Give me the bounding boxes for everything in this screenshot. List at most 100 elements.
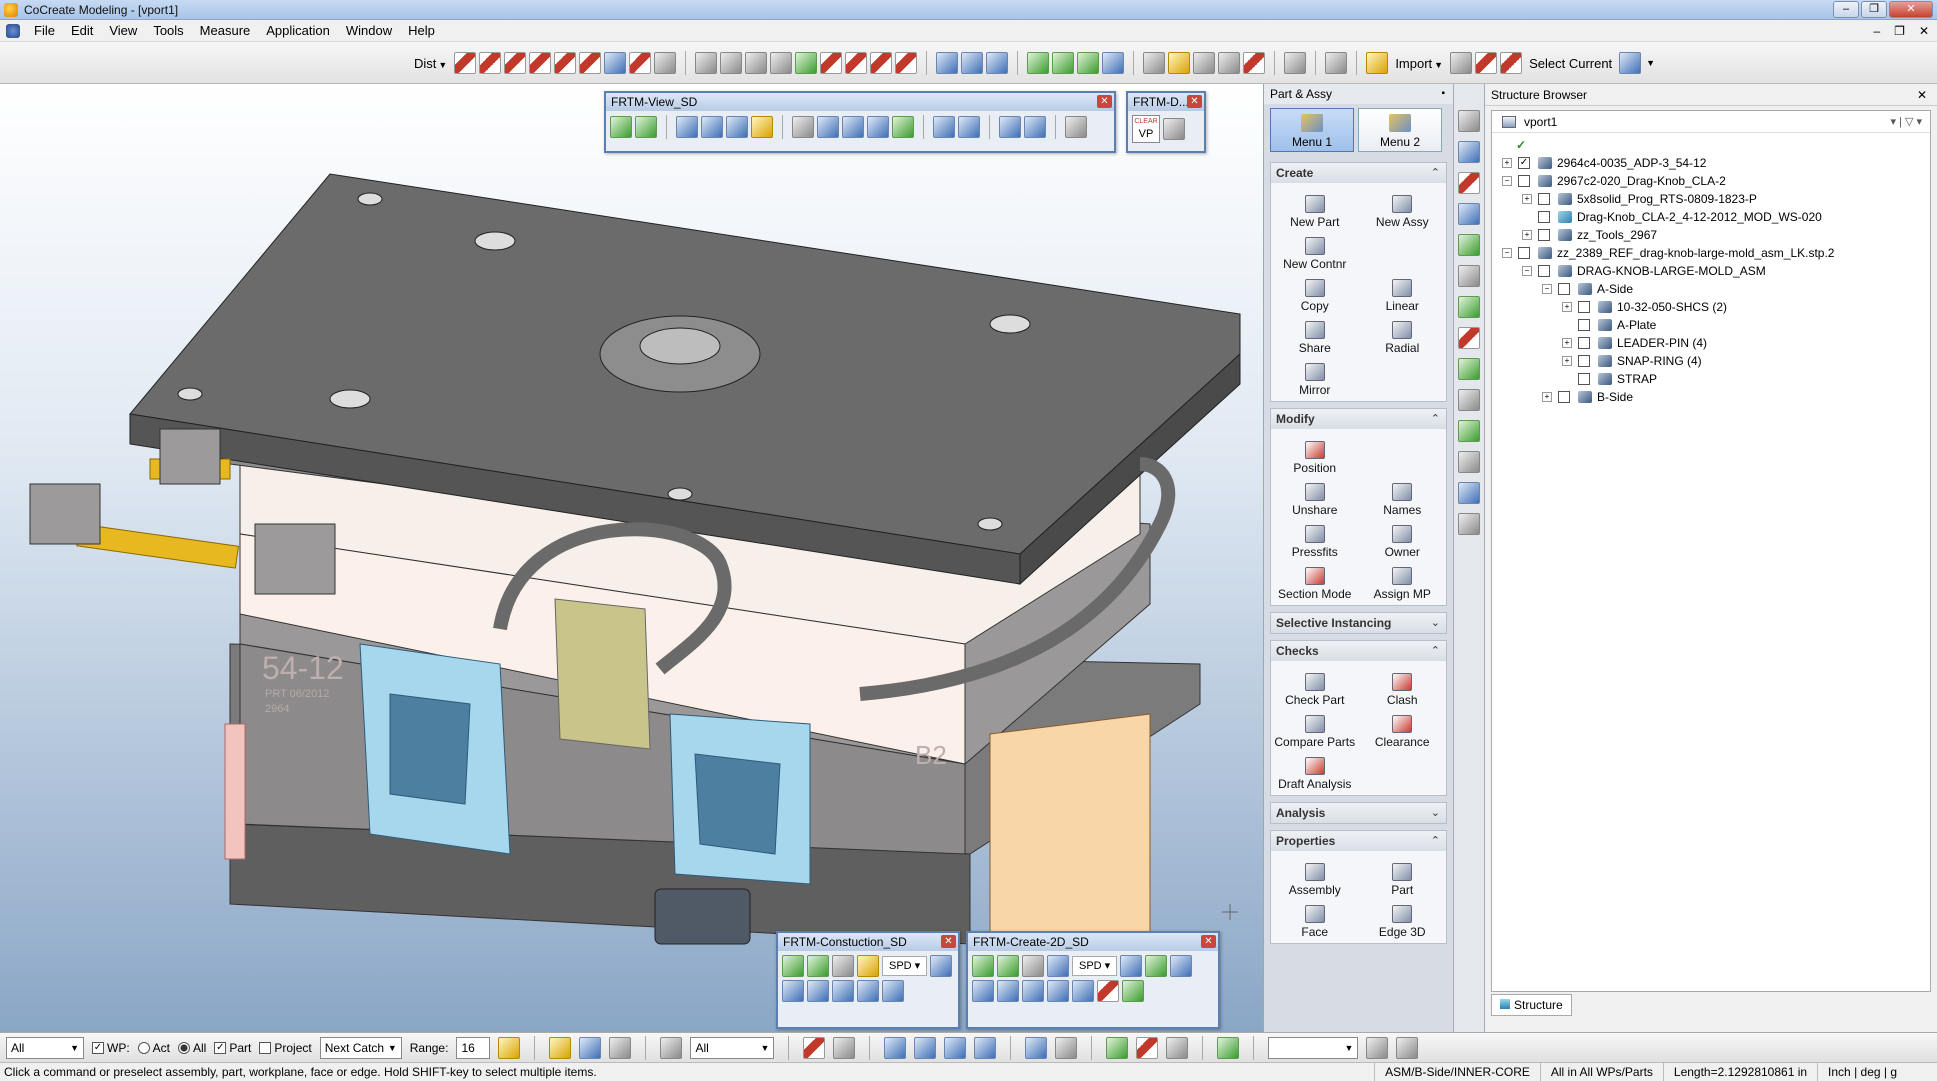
- construct-tangent-icon[interactable]: [857, 980, 879, 1002]
- minimize-button[interactable]: –: [1833, 1, 1859, 18]
- linear-button[interactable]: Linear: [1359, 271, 1447, 313]
- square-tool-icon[interactable]: [1458, 234, 1480, 256]
- frtm-construction-toolbar[interactable]: FRTM-Constuction_SD ✕ SPD ▾: [776, 931, 960, 1029]
- tree-row[interactable]: − zz_2389_REF_drag-knob-large-mold_asm_LK…: [1502, 244, 1834, 262]
- secondary-filter-dropdown[interactable]: All ▼: [690, 1036, 775, 1059]
- zoom-center-icon[interactable]: [726, 116, 748, 138]
- compare-parts-button[interactable]: Compare Parts: [1271, 707, 1359, 749]
- frtm-d-toolbar[interactable]: FRTM-D... ✕ CLEAR VP: [1126, 91, 1206, 153]
- enter-icon[interactable]: [1366, 1036, 1389, 1059]
- construct-vert-icon[interactable]: [782, 955, 804, 977]
- position-button[interactable]: Position: [1271, 433, 1359, 475]
- rotate-90-icon[interactable]: [999, 116, 1021, 138]
- wp-checkbox[interactable]: ✓ WP:: [92, 1041, 130, 1055]
- frtm-d-close-button[interactable]: ✕: [1187, 95, 1202, 108]
- radial-button[interactable]: Radial: [1359, 313, 1447, 355]
- select-rect-icon[interactable]: [1458, 482, 1480, 504]
- section-mode-button[interactable]: Section Mode: [1271, 559, 1359, 601]
- menu-view[interactable]: View: [101, 23, 145, 38]
- feat-4-icon[interactable]: [974, 1036, 997, 1059]
- tool-green-3-icon[interactable]: [1077, 52, 1100, 74]
- curve-tool-icon[interactable]: [1458, 172, 1480, 194]
- create-2d-fill-icon[interactable]: [1145, 955, 1168, 977]
- part-tool-3-icon[interactable]: [845, 52, 868, 74]
- mold-assembly-model[interactable]: 54-12 B2 PRT 06/2012 2964: [0, 84, 1263, 1032]
- view-zero-icon[interactable]: [610, 116, 632, 138]
- command-input-dropdown[interactable]: ▼: [1268, 1036, 1359, 1059]
- create-2d-spd-dropdown[interactable]: SPD ▾: [1072, 956, 1118, 976]
- view-top-icon[interactable]: [817, 116, 839, 138]
- tab-menu-2[interactable]: Menu 2: [1358, 108, 1442, 152]
- step-icon[interactable]: [1450, 52, 1473, 74]
- structure-browser-close-icon[interactable]: ✕: [1917, 84, 1927, 106]
- rect-tool-icon[interactable]: [1458, 451, 1480, 473]
- tool-green-2-icon[interactable]: [1052, 52, 1075, 74]
- mirror-button[interactable]: Mirror: [1271, 355, 1359, 397]
- mdi-restore-button[interactable]: ❐: [1894, 24, 1905, 38]
- view-axis-icon[interactable]: [635, 116, 657, 138]
- menu-help[interactable]: Help: [400, 23, 443, 38]
- share-button[interactable]: Share: [1271, 313, 1359, 355]
- construct-hline-icon[interactable]: [930, 955, 953, 977]
- new-contnr-button[interactable]: New Contnr: [1271, 229, 1359, 271]
- section-checks-header[interactable]: Checks ⌃: [1271, 641, 1446, 661]
- tree-row[interactable]: + SNAP-RING (4): [1562, 352, 1702, 370]
- part-red-icon[interactable]: [1458, 327, 1480, 349]
- selection-filter-dropdown[interactable]: All ▼: [6, 1036, 84, 1059]
- create-2d-arrow-icon[interactable]: [1120, 955, 1143, 977]
- select-current-label[interactable]: Select Current: [1525, 56, 1616, 71]
- spline-icon[interactable]: [1458, 358, 1480, 380]
- construct-point-icon[interactable]: [803, 1036, 826, 1059]
- align-1-icon[interactable]: [936, 52, 959, 74]
- tab-structure[interactable]: Structure: [1491, 994, 1572, 1016]
- assign-mp-button[interactable]: Assign MP: [1359, 559, 1447, 601]
- check-part-button[interactable]: Check Part: [1271, 665, 1359, 707]
- menu-tools[interactable]: Tools: [145, 23, 191, 38]
- circle-tool-icon[interactable]: [1458, 141, 1480, 163]
- tree-row[interactable]: +5x8solid_Prog_RTS-0809-1823-P: [1522, 190, 1757, 208]
- feat-3-icon[interactable]: [944, 1036, 967, 1059]
- frtm-create-2d-toolbar[interactable]: FRTM-Create-2D_SD ✕ SPD ▾: [966, 931, 1220, 1029]
- ap-icon[interactable]: [1166, 1036, 1189, 1059]
- frtm-create-2d-close-button[interactable]: ✕: [1201, 935, 1216, 948]
- view-tool-2-icon[interactable]: [745, 52, 768, 74]
- calculator-icon[interactable]: [604, 52, 627, 74]
- select-current-icon[interactable]: [1619, 52, 1642, 74]
- next-catch-dropdown[interactable]: Next Catch ▼: [319, 1036, 402, 1059]
- save-icon[interactable]: [1102, 52, 1125, 74]
- feat-1-icon[interactable]: [884, 1036, 907, 1059]
- section-modify-header[interactable]: Modify ⌃: [1271, 409, 1446, 429]
- tool-green-1-icon[interactable]: [1027, 52, 1050, 74]
- act-radio[interactable]: Act: [137, 1041, 170, 1055]
- create-2d-rect-icon[interactable]: [1170, 955, 1193, 977]
- tree-filter-icons[interactable]: ▾ | ▽ ▾: [1890, 115, 1922, 128]
- tree-row[interactable]: A-Plate: [1578, 316, 1656, 334]
- dist-dropdown[interactable]: Dist ▼: [410, 56, 451, 71]
- print-icon[interactable]: [695, 52, 718, 74]
- clearance-button[interactable]: Clearance: [1359, 707, 1447, 749]
- view-front-icon[interactable]: [792, 116, 814, 138]
- app-menu-icon[interactable]: [6, 23, 20, 38]
- confirm-icon[interactable]: [1106, 1036, 1129, 1059]
- measure-face-icon[interactable]: [579, 52, 602, 74]
- surface-icon[interactable]: [1458, 513, 1480, 535]
- create-2d-vline-icon[interactable]: [1022, 980, 1044, 1002]
- create-2d-arc-icon[interactable]: [1097, 980, 1119, 1002]
- section-selective-instancing-header[interactable]: Selective Instancing ⌄: [1271, 613, 1446, 633]
- select-arrow-icon[interactable]: [549, 1036, 572, 1059]
- menu-application[interactable]: Application: [258, 23, 338, 38]
- copy-button[interactable]: Copy: [1271, 271, 1359, 313]
- iges-2-icon[interactable]: [1500, 52, 1523, 74]
- redo-icon[interactable]: [1055, 1036, 1078, 1059]
- view-shading-icon[interactable]: [1065, 116, 1087, 138]
- view-clip-icon[interactable]: [751, 116, 773, 138]
- section-properties-header[interactable]: Properties ⌃: [1271, 831, 1446, 851]
- maximize-button[interactable]: ❐: [1861, 1, 1887, 18]
- tree-row[interactable]: − DRAG-KNOB-LARGE-MOLD_ASM: [1522, 262, 1766, 280]
- part-tool-4-icon[interactable]: [870, 52, 893, 74]
- construct-parallel-icon[interactable]: [882, 980, 904, 1002]
- view-left-icon[interactable]: [867, 116, 889, 138]
- face-properties-button[interactable]: Face: [1271, 897, 1359, 939]
- rotate-minus-90-icon[interactable]: [1024, 116, 1046, 138]
- measure-angle-icon[interactable]: [529, 52, 552, 74]
